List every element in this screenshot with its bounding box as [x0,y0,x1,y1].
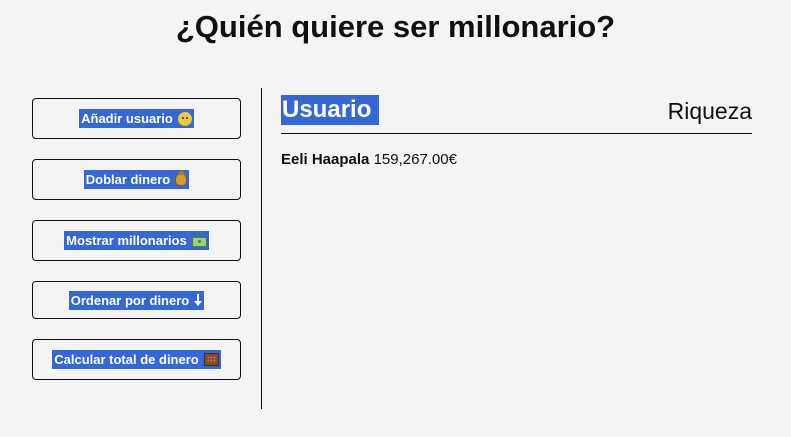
sort-by-money-label: Ordenar por dinero [68,290,205,310]
show-millionaires-button[interactable]: Mostrar millonarios [32,220,241,261]
baby-face-icon [177,111,192,126]
user-row: Eeli Haapala 159,267.00€ [281,151,752,169]
vertical-divider [261,88,262,409]
add-user-button[interactable]: Añadir usuario [32,98,241,139]
sort-by-money-text: Ordenar por dinero [70,292,190,308]
user-name: Eeli Haapala [281,151,370,168]
users-panel: Usuario Riqueza Eeli Haapala 159,267.00€ [281,95,752,169]
money-bag-icon [175,171,188,186]
calculate-total-button[interactable]: Calcular total de dinero [32,339,241,380]
calculate-total-label: Calcular total de dinero [52,350,221,369]
actions-panel: Añadir usuario Doblar dinero Mostrar mil… [32,98,241,380]
show-millionaires-label: Mostrar millonarios [64,231,209,250]
wealth-column-header: Riqueza [667,98,752,124]
show-millionaires-text: Mostrar millonarios [66,233,187,248]
double-money-button[interactable]: Doblar dinero [32,159,241,200]
double-money-text: Doblar dinero [85,172,171,187]
users-list: Eeli Haapala 159,267.00€ [281,151,752,169]
users-table-header: Usuario Riqueza [281,95,752,134]
double-money-label: Doblar dinero [83,170,190,189]
abacus-icon [203,353,219,366]
add-user-label: Añadir usuario [79,109,194,128]
calculate-total-text: Calcular total de dinero [54,352,199,367]
banknote-icon [191,236,207,247]
page-title: ¿Quién quiere ser millonario? [175,9,616,44]
sort-by-money-button[interactable]: Ordenar por dinero [32,281,241,319]
add-user-text: Añadir usuario [81,111,173,126]
user-column-header: Usuario [281,95,380,125]
user-money: 159,267.00€ [373,151,457,168]
down-arrow-icon [194,293,203,307]
